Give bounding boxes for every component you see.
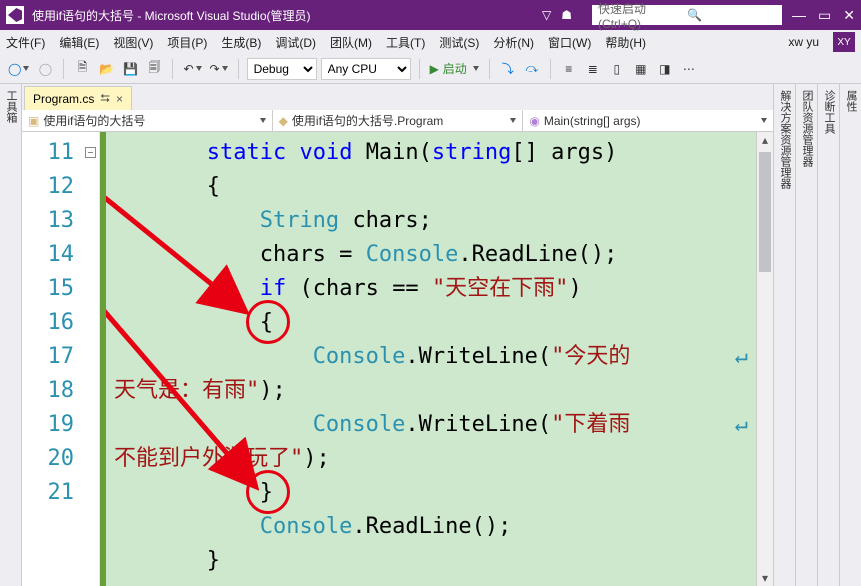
right-panel-properties[interactable]: 属性 [839, 84, 861, 586]
nav-fwd-button[interactable]: ◯ [35, 58, 55, 80]
step-over-icon[interactable]: ⤼ [522, 58, 542, 80]
maximize-button[interactable]: ▭ [818, 7, 831, 24]
pin-icon[interactable]: ⮀ [100, 91, 110, 106]
vertical-scrollbar[interactable]: ▴ ▾ [756, 132, 773, 586]
quick-launch-placeholder: 快速启动 (Ctrl+Q) [598, 0, 687, 31]
menu-file[interactable]: 文件(F) [6, 34, 45, 51]
close-button[interactable]: ✕ [843, 7, 855, 24]
menu-tools[interactable]: 工具(T) [386, 34, 425, 51]
more-icon[interactable]: ⋯ [679, 58, 699, 80]
menu-build[interactable]: 生成(B) [221, 34, 261, 51]
format-icon[interactable]: ▦ [631, 58, 651, 80]
document-tab[interactable]: Program.cs ⮀ × [24, 86, 132, 110]
bookmark-icon[interactable]: ▯ [607, 58, 627, 80]
left-panel-toolbox[interactable]: 工具箱 [0, 84, 22, 586]
menu-view[interactable]: 视图(V) [113, 34, 153, 51]
vs-logo-icon [6, 6, 24, 24]
menu-project[interactable]: 项目(P) [167, 34, 207, 51]
window-controls: — ▭ ✕ [792, 7, 855, 24]
scroll-up-icon[interactable]: ▴ [757, 132, 773, 148]
nav-back-button[interactable]: ◯ [6, 58, 31, 80]
new-project-icon[interactable]: 🗎 [72, 58, 92, 80]
code-text[interactable]: static void Main(string[] args) { String… [106, 132, 756, 586]
search-icon: 🔍 [687, 8, 776, 22]
comment-icon[interactable]: ≡ [559, 58, 579, 80]
save-all-icon[interactable]: 🗐 [144, 58, 164, 80]
menu-edit[interactable]: 编辑(E) [59, 34, 99, 51]
fold-gutter[interactable] [82, 132, 100, 586]
intellisense-icon[interactable]: ◨ [655, 58, 675, 80]
menu-analyze[interactable]: 分析(N) [493, 34, 534, 51]
quick-launch-input[interactable]: 快速启动 (Ctrl+Q) 🔍 [592, 5, 782, 25]
user-avatar[interactable]: XY [833, 32, 855, 52]
save-icon[interactable]: 💾 [120, 58, 140, 80]
menu-bar: 文件(F) 编辑(E) 视图(V) 项目(P) 生成(B) 调试(D) 团队(M… [0, 30, 861, 54]
nav-project[interactable]: ▣ 使用if语句的大括号 [22, 110, 273, 131]
menu-help[interactable]: 帮助(H) [605, 34, 646, 51]
step-into-icon[interactable]: ⤵ [498, 58, 518, 80]
right-panel-team[interactable]: 团队资源管理器 [795, 84, 817, 586]
work-area: 工具箱 Program.cs ⮀ × ▣ 使用if语句的大括号 ◆ 使用if语句… [0, 84, 861, 586]
toolbar: ◯ ◯ 🗎 📂 💾 🗐 ↶ ↷ Debug Any CPU ▶ 启动 ⤵ ⤼ ≡… [0, 54, 861, 84]
fold-marker-icon[interactable] [85, 147, 96, 158]
wrap-glyph-icon: ↵ [735, 408, 748, 442]
feedback-icon[interactable]: ☗ [561, 8, 572, 22]
nav-method[interactable]: ◉ Main(string[] args) [523, 110, 773, 131]
menu-window[interactable]: 窗口(W) [548, 34, 591, 51]
undo-button[interactable]: ↶ [181, 58, 203, 80]
window-title: 使用if语句的大括号 - Microsoft Visual Studio(管理员… [32, 7, 542, 24]
annotation-arrow-icon [106, 222, 296, 512]
nav-class[interactable]: ◆ 使用if语句的大括号.Program [273, 110, 524, 131]
platform-select[interactable]: Any CPU [321, 58, 411, 80]
code-view: 111213 141516 1718 1920 21 static void M… [22, 132, 773, 586]
tab-label: Program.cs [33, 92, 94, 106]
editor: Program.cs ⮀ × ▣ 使用if语句的大括号 ◆ 使用if语句的大括号… [22, 84, 773, 586]
tab-close-icon[interactable]: × [116, 92, 123, 106]
open-file-icon[interactable]: 📂 [96, 58, 116, 80]
redo-button[interactable]: ↷ [208, 58, 230, 80]
right-panel-solution[interactable]: 解决方案资源管理器 [773, 84, 795, 586]
right-panel-diagnostics[interactable]: 诊断工具 [817, 84, 839, 586]
config-select[interactable]: Debug [247, 58, 317, 80]
wrap-glyph-icon: ↵ [735, 340, 748, 374]
notifications-icon[interactable]: ▽ [542, 8, 551, 22]
tab-strip: Program.cs ⮀ × [22, 84, 773, 110]
scroll-down-icon[interactable]: ▾ [757, 570, 773, 586]
menu-team[interactable]: 团队(M) [330, 34, 372, 51]
start-debug-button[interactable]: ▶ 启动 [428, 58, 481, 80]
user-name[interactable]: xw yu [788, 35, 819, 49]
menu-debug[interactable]: 调试(D) [275, 34, 316, 51]
uncomment-icon[interactable]: ≣ [583, 58, 603, 80]
scroll-thumb[interactable] [759, 152, 771, 272]
title-bar: 使用if语句的大括号 - Microsoft Visual Studio(管理员… [0, 0, 861, 30]
code-nav-bar: ▣ 使用if语句的大括号 ◆ 使用if语句的大括号.Program ◉ Main… [22, 110, 773, 132]
line-gutter: 111213 141516 1718 1920 21 [22, 132, 82, 586]
menu-test[interactable]: 测试(S) [439, 34, 479, 51]
minimize-button[interactable]: — [792, 7, 806, 24]
